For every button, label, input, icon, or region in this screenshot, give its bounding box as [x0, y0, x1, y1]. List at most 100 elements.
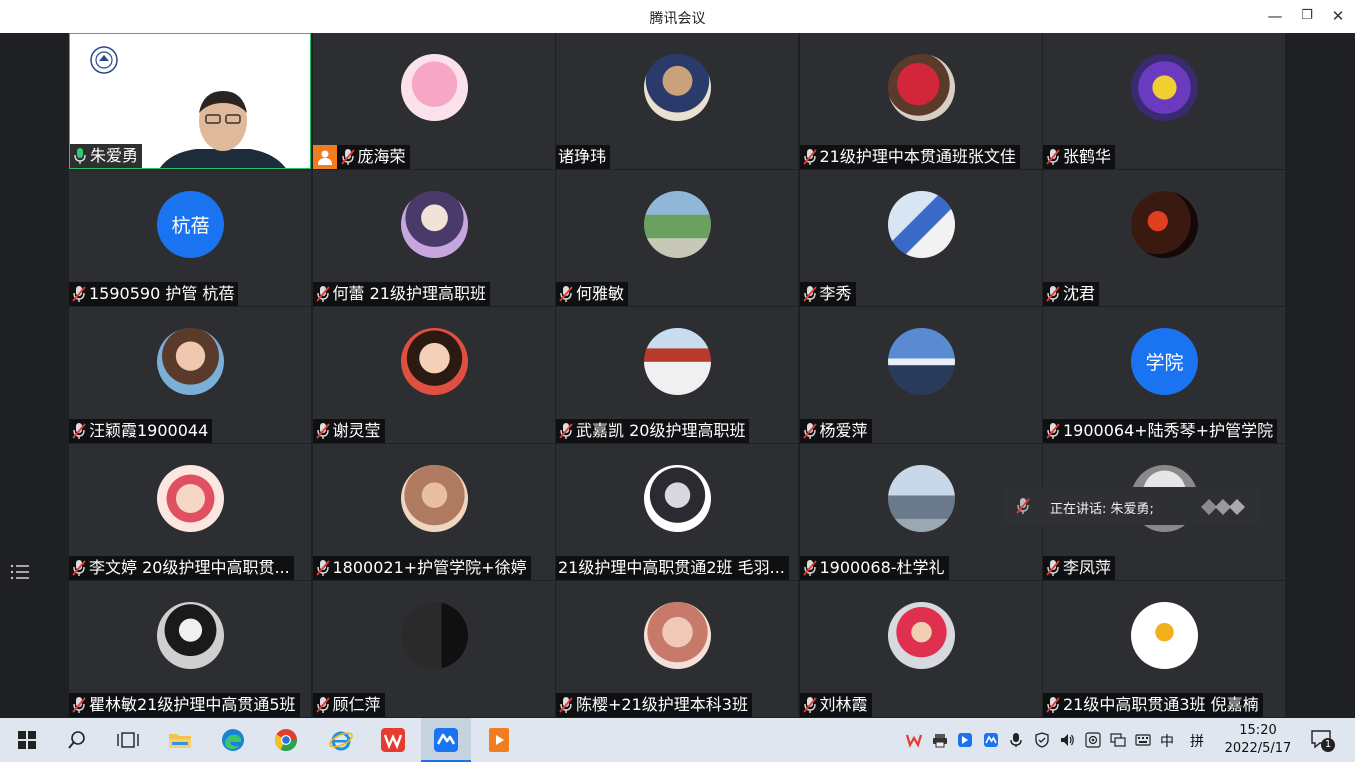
network-icon[interactable]: [1110, 732, 1126, 748]
ime-mode-indicator[interactable]: 拼: [1190, 731, 1204, 751]
file-explorer-icon[interactable]: [167, 727, 193, 753]
muted-mic-icon: [315, 697, 330, 713]
participant-tile[interactable]: 学院 1900064+陆秀琴+护管学院: [1043, 307, 1285, 443]
participant-tile[interactable]: 庞海荣: [312, 33, 555, 169]
participant-nametag: 21级护理中本贯通班张文佳: [799, 145, 1020, 169]
ime-language-indicator[interactable]: 中: [1160, 731, 1174, 751]
participant-nametag: 1590590 护管 杭蓓: [69, 282, 239, 306]
participant-name: 汪颖霞1900044: [89, 421, 209, 440]
microphone-icon[interactable]: [1008, 732, 1024, 748]
participant-tile[interactable]: 李秀: [799, 170, 1042, 306]
participant-tile[interactable]: 诸琤玮: [556, 33, 798, 169]
volume-icon[interactable]: [1059, 732, 1075, 748]
participant-nametag: 张鹤华: [1043, 145, 1116, 169]
player-icon[interactable]: [486, 727, 512, 753]
speaking-label: 正在讲话: 朱爱勇;: [1050, 502, 1154, 517]
participant-tile[interactable]: 刘林霞: [799, 581, 1042, 717]
participant-tile[interactable]: 何雅敏: [556, 170, 798, 306]
minimize-button[interactable]: —: [1260, 4, 1290, 28]
participant-avatar: [887, 54, 955, 121]
participant-name: 刘林霞: [819, 695, 868, 714]
participant-avatar: [400, 328, 468, 395]
participant-name: 顾仁萍: [332, 695, 381, 714]
participant-tile[interactable]: 武嘉凯 20级护理高职班: [556, 307, 798, 443]
speaking-indicator: 正在讲话: 朱爱勇;: [1003, 487, 1261, 525]
close-button[interactable]: ✕: [1323, 4, 1353, 28]
participant-nametag: 朱爱勇: [70, 144, 143, 168]
system-clock[interactable]: 15:20 2022/5/17: [1218, 722, 1298, 758]
participant-tile[interactable]: 21级护理中本贯通班张文佳: [799, 33, 1042, 169]
muted-mic-icon: [315, 423, 330, 439]
list-icon[interactable]: [10, 563, 30, 581]
muted-mic-icon: [1046, 560, 1060, 576]
muted-mic-icon: [559, 286, 573, 302]
participant-nametag: 李凤萍: [1043, 556, 1116, 580]
keyboard-icon[interactable]: [1135, 732, 1151, 748]
muted-mic-icon: [315, 560, 330, 576]
search-icon[interactable]: [64, 727, 90, 753]
participant-nametag: 诸琤玮: [556, 145, 611, 169]
shield-icon[interactable]: [1034, 732, 1050, 748]
participant-tile[interactable]: 沈君: [1043, 170, 1285, 306]
participant-avatar: [400, 602, 468, 669]
notification-center-button[interactable]: 1: [1310, 728, 1335, 752]
windows-start-icon[interactable]: [14, 727, 40, 753]
windows-taskbar: 中 拼 15:20 2022/5/17 1: [0, 718, 1355, 762]
participant-name: 21级护理中高职贯通2班 毛羽...: [558, 558, 785, 577]
app-tray-icon[interactable]: [957, 732, 973, 748]
clock-time: 15:20: [1239, 723, 1277, 738]
chrome-icon[interactable]: [273, 727, 299, 753]
participant-tile[interactable]: 何蕾 21级护理高职班: [312, 170, 555, 306]
participant-name: 沈君: [1063, 284, 1096, 303]
participant-tile[interactable]: 1800021+护管学院+徐婷: [312, 444, 555, 580]
participant-name: 1900064+陆秀琴+护管学院: [1063, 421, 1274, 440]
participant-tile[interactable]: 李文婷 20级护理中高职贯...: [69, 444, 311, 580]
muted-mic-icon: [1046, 149, 1060, 165]
sync-icon[interactable]: [1085, 732, 1101, 748]
participant-tile[interactable]: 汪颖霞1900044: [69, 307, 311, 443]
participant-nametag: 陈樱+21级护理本科3班: [556, 693, 752, 717]
participant-name: 瞿林敏21级护理中高贯通5班: [89, 695, 296, 714]
window-titlebar: 腾讯会议 — ❐ ✕: [0, 0, 1355, 33]
participant-nametag: 武嘉凯 20级护理高职班: [556, 419, 750, 443]
muted-mic-icon: [315, 286, 330, 302]
muted-mic-icon: [802, 286, 817, 302]
participant-avatar: [644, 465, 711, 532]
participant-avatar: 杭蓓: [157, 191, 224, 258]
participant-name: 何雅敏: [576, 284, 625, 303]
participant-tile[interactable]: 21级护理中高职贯通2班 毛羽...: [556, 444, 798, 580]
participant-name: 杨爱萍: [819, 421, 868, 440]
task-view-icon[interactable]: [115, 727, 141, 753]
participant-nametag: 21级中高职贯通3班 倪嘉楠: [1043, 693, 1263, 717]
participant-tile[interactable]: 张鹤华: [1043, 33, 1285, 169]
participant-tile[interactable]: 朱爱勇: [69, 33, 311, 169]
participant-nametag: 汪颖霞1900044: [69, 419, 213, 443]
edge-icon[interactable]: [220, 727, 246, 753]
muted-mic-icon: [1046, 286, 1060, 302]
participant-nametag: 1800021+护管学院+徐婷: [312, 556, 531, 580]
tencent-meeting-tray-icon[interactable]: [983, 732, 999, 748]
restore-button[interactable]: ❐: [1292, 4, 1322, 28]
participant-tile[interactable]: 谢灵莹: [312, 307, 555, 443]
participant-avatar: [400, 54, 468, 121]
wps-icon[interactable]: [380, 727, 406, 753]
printer-icon[interactable]: [932, 732, 948, 748]
participant-name: 武嘉凯 20级护理高职班: [576, 421, 746, 440]
participant-avatar: [1131, 602, 1198, 669]
participant-avatar: [644, 602, 711, 669]
ie-icon[interactable]: [328, 727, 354, 753]
muted-mic-icon: [1046, 423, 1060, 439]
wps-tray-icon[interactable]: [906, 732, 922, 748]
participant-tile[interactable]: 陈樱+21级护理本科3班: [556, 581, 798, 717]
host-icon: [312, 145, 337, 169]
participant-tile[interactable]: 杭蓓 1590590 护管 杭蓓: [69, 170, 311, 306]
muted-mic-icon: [802, 560, 817, 576]
participant-tile[interactable]: 杨爱萍: [799, 307, 1042, 443]
participant-tile[interactable]: 21级中高职贯通3班 倪嘉楠: [1043, 581, 1285, 717]
participant-grid: 朱爱勇 庞海荣 诸琤玮 21级护理中本贯通班张文佳 张鹤华杭蓓 1590590 护管 杭蓓…: [69, 33, 1286, 718]
participant-tile[interactable]: 瞿林敏21级护理中高贯通5班: [69, 581, 311, 717]
participant-name: 21级中高职贯通3班 倪嘉楠: [1063, 695, 1259, 714]
participant-nametag: 1900064+陆秀琴+护管学院: [1043, 419, 1278, 443]
participant-tile[interactable]: 顾仁萍: [312, 581, 555, 717]
tencent-meeting-icon[interactable]: [433, 727, 459, 753]
